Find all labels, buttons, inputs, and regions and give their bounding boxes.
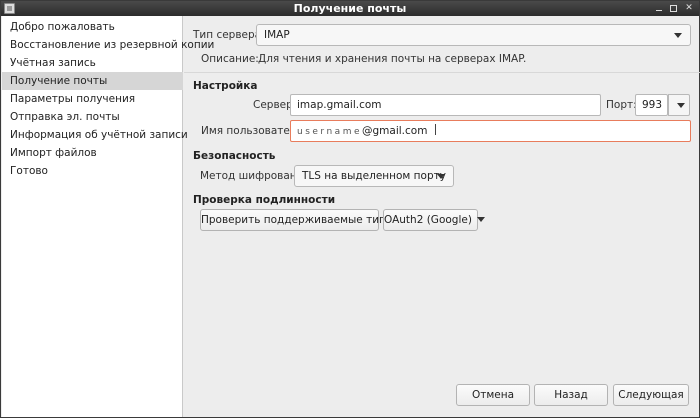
port-label: Порт: [606, 99, 637, 111]
server-type-select[interactable]: IMAP [256, 24, 691, 46]
wizard-steps-sidebar: Добро пожаловать Восстановление из резер… [2, 16, 214, 417]
sidebar-item-sending-mail[interactable]: Отправка эл. почты [2, 108, 183, 126]
chevron-down-icon [674, 33, 682, 38]
sidebar-item-receiving-options[interactable]: Параметры получения [2, 90, 183, 108]
sidebar-item-import-files[interactable]: Импорт файлов [2, 144, 183, 162]
chevron-down-icon [437, 174, 445, 179]
encryption-method-select[interactable]: TLS на выделенном порту [294, 165, 454, 187]
window-title: Получение почты [293, 2, 407, 15]
check-supported-types-button[interactable]: Проверить поддерживаемые типы [200, 209, 394, 231]
settings-heading: Настройка [193, 80, 258, 92]
auth-method-select[interactable]: OAuth2 (Google) [383, 209, 485, 231]
server-input[interactable]: imap.gmail.com [290, 94, 601, 116]
auth-heading: Проверка подлинности [193, 194, 336, 206]
chevron-down-icon [677, 103, 685, 108]
sidebar-item-restore-backup[interactable]: Восстановление из резервной копии [2, 36, 214, 54]
description-text: Для чтения и хранения почты на серверах … [258, 53, 527, 65]
cancel-button[interactable]: Отмена [456, 384, 530, 406]
port-input[interactable]: 993 [635, 94, 668, 116]
port-dropdown-button[interactable] [668, 94, 690, 116]
username-input[interactable]: username@gmail.com [290, 120, 691, 142]
server-value: imap.gmail.com [297, 99, 382, 111]
description-label: Описание: [201, 53, 259, 65]
minimize-icon[interactable] [653, 2, 665, 14]
next-button[interactable]: Следующая [613, 384, 689, 406]
mail-wizard-window: Получение почты ✕ Добро пожаловать Восст… [0, 0, 700, 418]
back-button[interactable]: Назад [534, 384, 608, 406]
chevron-down-icon [476, 217, 485, 222]
divider [184, 72, 700, 73]
auth-method-value: OAuth2 (Google) [384, 214, 472, 226]
username-placeholder-part: username [297, 127, 362, 137]
server-type-label: Тип сервера: [193, 29, 265, 41]
sidebar-item-account[interactable]: Учётная запись [2, 54, 183, 72]
security-heading: Безопасность [193, 150, 276, 162]
sidebar-item-done[interactable]: Готово [2, 162, 183, 180]
encryption-value: TLS на выделенном порту [302, 170, 446, 182]
text-cursor [435, 124, 437, 135]
sidebar-item-account-info[interactable]: Информация об учётной записи [2, 126, 188, 144]
server-type-value: IMAP [264, 29, 290, 41]
close-icon[interactable]: ✕ [683, 2, 695, 14]
sidebar-item-welcome[interactable]: Добро пожаловать [2, 18, 183, 36]
port-value: 993 [642, 99, 663, 111]
maximize-icon[interactable] [667, 2, 679, 14]
username-domain-suffix: @gmail.com [362, 125, 428, 137]
sidebar-item-receiving-mail[interactable]: Получение почты [2, 72, 183, 90]
title-bar[interactable]: Получение почты ✕ [1, 1, 699, 16]
